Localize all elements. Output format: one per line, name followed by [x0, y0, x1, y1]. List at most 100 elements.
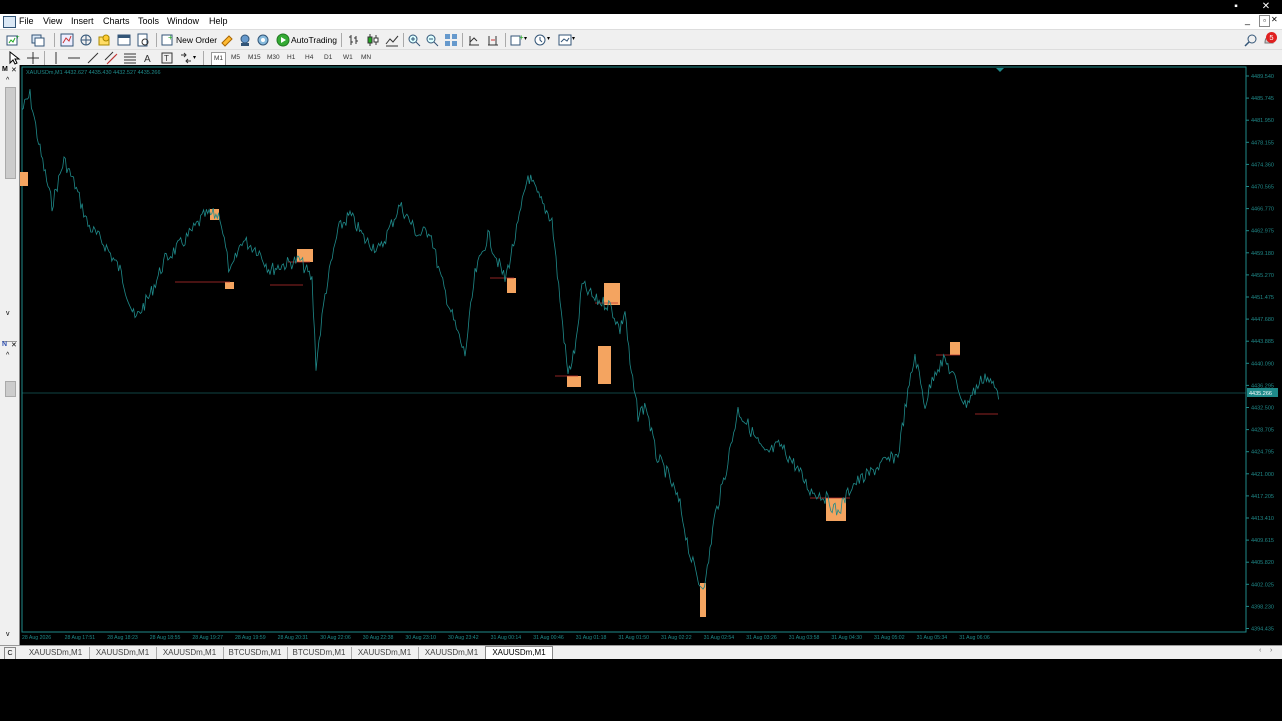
zoom-out-icon[interactable]	[425, 33, 439, 47]
current-price-label: 4435.266	[1249, 391, 1272, 397]
strategy-tester-icon[interactable]	[136, 33, 150, 47]
price-tick-label: 4481.950	[1251, 118, 1274, 124]
chart-shift-icon[interactable]	[486, 33, 500, 47]
timeframe-m30[interactable]: M30	[267, 52, 280, 64]
chart-tab[interactable]: XAUUSDm,M1	[351, 647, 419, 659]
notification-count-badge[interactable]: 5	[1266, 32, 1277, 43]
menu-insert[interactable]: Insert	[71, 14, 94, 29]
zoom-in-icon[interactable]	[407, 33, 421, 47]
market-icon[interactable]	[238, 33, 252, 47]
signals-icon[interactable]	[256, 33, 270, 47]
autotrading-icon[interactable]	[276, 33, 290, 47]
scroll-down-icon[interactable]: v	[6, 310, 10, 317]
toolbar-separator	[403, 33, 404, 47]
timeframe-w1[interactable]: W1	[343, 52, 353, 64]
time-tick-label: 31 Aug 05:02	[874, 635, 905, 641]
metaeditor-icon[interactable]	[220, 33, 234, 47]
equidistant-channel-icon[interactable]	[104, 51, 118, 65]
close-navigator-icon[interactable]: ✕	[11, 341, 17, 349]
time-tick-label: 28 Aug 18:55	[150, 635, 181, 641]
tabs-scroll-right-icon[interactable]: ›	[1270, 647, 1272, 654]
text-label-icon[interactable]: T	[160, 51, 174, 65]
terminal-icon[interactable]	[117, 33, 131, 47]
left-docked-panels: M ✕ ^ v N ✕ ^ v	[0, 65, 20, 657]
indicators-dropdown-icon[interactable]: ▾	[524, 35, 527, 42]
chart-tab[interactable]: XAUUSDm,M1	[89, 647, 157, 659]
minimize-chart-icon[interactable]: _	[1245, 15, 1250, 25]
menu-help[interactable]: Help	[209, 14, 228, 29]
trendline-icon[interactable]	[86, 51, 100, 65]
auto-scroll-icon[interactable]	[467, 33, 481, 47]
time-axis: 28 Aug 2026 28 Aug 17:51 28 Aug 18:23 28 Au…	[22, 635, 990, 641]
price-chart[interactable]: XAUUSDm,M1 4432.627 4435.430 4432.527 44…	[20, 65, 1282, 645]
timeframe-h4[interactable]: H4	[305, 52, 313, 64]
time-tick-label: 31 Aug 01:18	[576, 635, 607, 641]
chart-tab[interactable]: XAUUSDm,M1	[156, 647, 224, 659]
arrows-dropdown-icon[interactable]: ▾	[193, 54, 196, 61]
price-tick-label: 4428.705	[1251, 428, 1274, 434]
timeframe-h1[interactable]: H1	[287, 52, 295, 64]
cursor-icon[interactable]	[7, 51, 21, 65]
new-chart-icon[interactable]: +	[6, 33, 20, 47]
close-chart-icon[interactable]: ✕	[1271, 15, 1278, 24]
scroll-up-icon[interactable]: ^	[6, 77, 9, 84]
tabs-scroll-left-icon[interactable]: ‹	[1259, 647, 1261, 654]
restore-chart-icon[interactable]: ▫	[1259, 15, 1270, 27]
menu-window[interactable]: Window	[167, 14, 199, 29]
chart-tab-active[interactable]: XAUUSDm,M1	[485, 646, 553, 660]
autotrading-button[interactable]: AutoTrading	[289, 33, 339, 47]
crosshair-icon[interactable]	[26, 51, 40, 65]
chart-tab[interactable]: XAUUSDm,M1	[418, 647, 486, 659]
menu-charts[interactable]: Charts	[103, 14, 130, 29]
timeframe-d1[interactable]: D1	[324, 52, 332, 64]
text-tool-icon[interactable]: A	[141, 51, 155, 65]
market-watch-icon[interactable]	[60, 33, 74, 47]
menu-tools[interactable]: Tools	[138, 14, 159, 29]
new-order-icon[interactable]: +	[161, 33, 175, 47]
price-tick-label: 4405.820	[1251, 560, 1274, 566]
bar-chart-icon[interactable]	[347, 33, 361, 47]
close-market-watch-icon[interactable]: ✕	[11, 66, 17, 74]
navigator-icon[interactable]	[97, 33, 111, 47]
time-tick-label: 30 Aug 23:10	[405, 635, 436, 641]
panel-scrollbar-thumb[interactable]	[5, 87, 16, 179]
box-annotation	[225, 282, 234, 289]
menu-file[interactable]: File	[19, 14, 34, 29]
horizontal-line-icon[interactable]	[67, 51, 81, 65]
candlestick-icon[interactable]	[366, 33, 380, 47]
arrows-icon[interactable]	[179, 51, 193, 65]
price-tick-label: 4424.795	[1251, 450, 1274, 456]
indicators-icon[interactable]: +	[510, 33, 524, 47]
scroll-down-icon[interactable]: v	[6, 631, 10, 638]
panel-scrollbar-thumb[interactable]	[5, 381, 16, 397]
price-tick-label: 4394.435	[1251, 627, 1274, 633]
timeframe-m5[interactable]: M5	[231, 52, 240, 64]
tile-windows-icon[interactable]	[444, 33, 458, 47]
fibonacci-icon[interactable]	[123, 51, 137, 65]
timeframe-m15[interactable]: M15	[248, 52, 261, 64]
data-window-icon[interactable]	[79, 33, 93, 47]
menu-view[interactable]: View	[43, 14, 62, 29]
vertical-line-icon[interactable]	[49, 51, 63, 65]
profiles-icon[interactable]	[31, 33, 45, 47]
time-tick-label: 28 Aug 20:31	[278, 635, 309, 641]
search-icon[interactable]	[1244, 33, 1258, 47]
timeframe-mn[interactable]: MN	[361, 52, 371, 64]
new-order-button[interactable]: New Order	[174, 33, 219, 47]
close-window-icon[interactable]: ✕	[1258, 0, 1274, 14]
timeframe-m1[interactable]: M1	[211, 52, 227, 66]
line-chart-icon[interactable]	[385, 33, 399, 47]
chart-tab[interactable]: XAUUSDm,M1	[22, 647, 90, 659]
price-tick-label: 4478.155	[1251, 140, 1274, 146]
chart-tab[interactable]: BTCUSDm,M1	[223, 647, 288, 659]
periods-dropdown-icon[interactable]: ▾	[547, 35, 550, 42]
restore-icon[interactable]: ▪	[1228, 0, 1244, 14]
periods-icon[interactable]	[533, 33, 547, 47]
templates-icon[interactable]	[558, 33, 572, 47]
templates-dropdown-icon[interactable]: ▾	[572, 35, 575, 42]
chart-tab[interactable]: BTCUSDm,M1	[287, 647, 352, 659]
time-tick-label: 31 Aug 03:58	[789, 635, 820, 641]
toolbar-separator	[156, 33, 157, 47]
scroll-up-icon[interactable]: ^	[6, 352, 9, 359]
chart-canvas[interactable]: XAUUSDm,M1 4432.627 4435.430 4432.527 44…	[20, 65, 1282, 645]
